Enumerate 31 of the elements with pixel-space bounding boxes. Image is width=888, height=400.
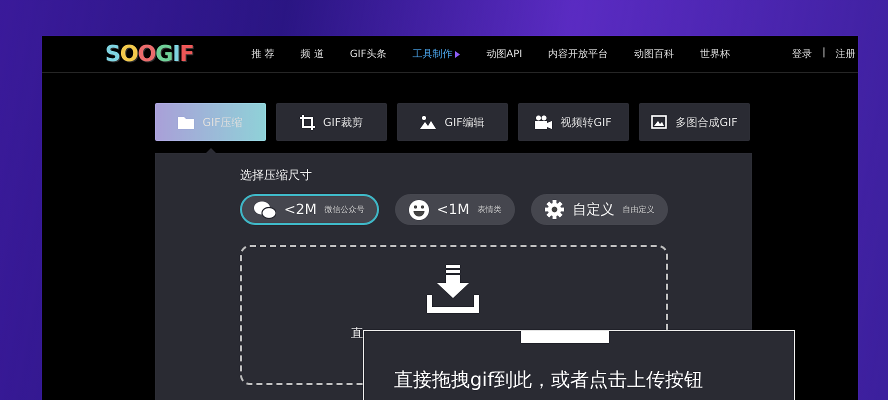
tool-tab[interactable]: 多图合成GIF [639,103,750,141]
folder-icon [178,116,194,128]
nav-link[interactable]: 推 荐 [252,47,275,61]
register-link[interactable]: 注册 [836,47,856,61]
login-link[interactable]: 登录 [792,47,812,61]
smiley-icon [408,200,429,220]
nav-link[interactable]: 工具制作 [412,47,460,61]
download-icon [427,265,479,313]
settings-icon [545,200,564,219]
logo[interactable]: SOOGIF [105,42,194,66]
caret-icon [455,50,460,58]
drop-hint: 直 [351,325,363,342]
gallery-icon [651,115,668,129]
nav-link[interactable]: 频 道 [300,47,324,61]
size-option[interactable]: <1M 表情类 [394,194,516,225]
section-title: 选择压缩尺寸 [240,167,313,184]
nav-link[interactable]: GIF头条 [350,47,386,61]
chat-bubbles-icon [254,200,276,218]
tool-tab[interactable]: GIF编辑 [397,103,508,141]
size-option[interactable]: 自定义 自由定义 [531,194,668,225]
tool-tab[interactable]: 视频转GIF [518,103,629,141]
nav-link[interactable]: 动图API [486,47,522,61]
separator: | [822,47,826,60]
nav-link[interactable]: 动图百科 [634,47,674,61]
nav-link[interactable]: 内容开放平台 [548,47,608,61]
video-camera-icon [535,115,552,129]
crop-icon [300,114,315,130]
image-icon [420,115,436,129]
tool-tab[interactable]: GIF裁剪 [276,103,387,141]
nav-link[interactable]: 世界杯 [700,47,730,61]
size-option[interactable]: <2M 微信公众号 [240,194,379,225]
